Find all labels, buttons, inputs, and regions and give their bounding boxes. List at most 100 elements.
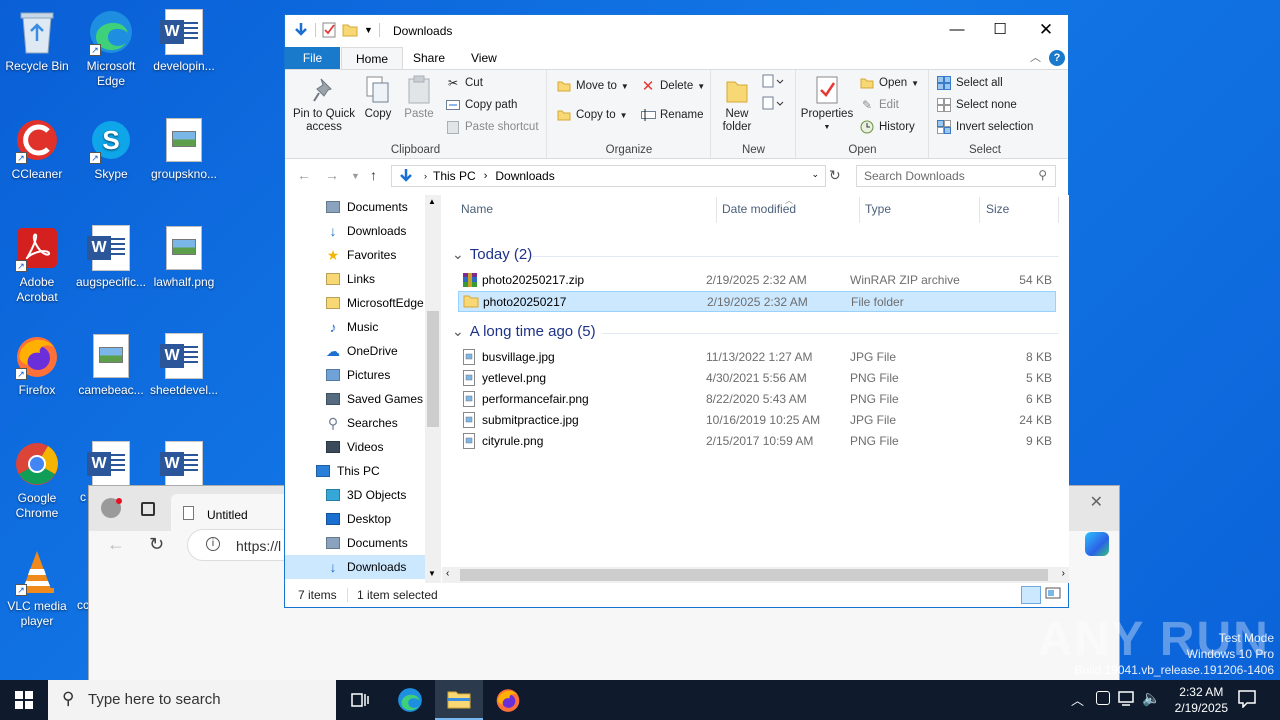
desktop-icon-firefox[interactable]: ↗ Firefox xyxy=(1,332,73,398)
recent-locations-icon[interactable]: ▼ xyxy=(351,171,360,181)
table-row[interactable]: photo20250217 2/19/2025 2:32 AM File folde… xyxy=(458,291,1056,312)
nav-item[interactable]: MicrosoftEdge xyxy=(285,291,425,315)
task-view-button[interactable] xyxy=(336,680,384,720)
scroll-right-icon[interactable]: › xyxy=(1062,568,1065,579)
desktop-icon-vlc[interactable]: ↗ VLC media player xyxy=(1,548,73,629)
easy-access-icon[interactable] xyxy=(762,96,784,113)
desktop-icon-image-file[interactable]: camebeac... xyxy=(75,332,147,398)
tab-file[interactable]: File xyxy=(285,47,340,69)
nav-item[interactable]: ⚲ Searches xyxy=(285,411,425,435)
paste-shortcut-button[interactable]: Paste shortcut xyxy=(445,119,539,135)
invert-selection-button[interactable]: Invert selection xyxy=(936,119,1033,135)
close-icon[interactable]: ✕ xyxy=(1023,15,1069,45)
table-row[interactable]: photo20250217.zip 2/19/2025 2:32 AM WinRAR… xyxy=(458,270,1056,291)
volume-icon[interactable]: 🔈 xyxy=(1142,689,1161,707)
open-button[interactable]: Open ▼ xyxy=(859,75,919,91)
close-icon[interactable]: ✕ xyxy=(1090,492,1103,512)
taskbar-file-explorer[interactable] xyxy=(435,680,483,720)
group-header[interactable]: ⌄ Today (2) xyxy=(452,246,532,263)
table-row[interactable]: submitpractice.jpg 10/16/2019 10:25 AM JPG… xyxy=(458,410,1056,431)
new-folder-button[interactable]: New folder xyxy=(714,74,760,134)
back-icon[interactable]: ← xyxy=(297,167,311,183)
table-row[interactable]: busvillage.jpg 11/13/2022 1:27 AM JPG File… xyxy=(458,347,1056,368)
delete-button[interactable]: ✕ Delete ▼ xyxy=(640,78,705,95)
taskbar-edge[interactable] xyxy=(386,680,434,720)
pin-quick-access-button[interactable]: Pin to Quick access xyxy=(291,74,357,134)
nav-item[interactable]: ↓ Downloads xyxy=(285,555,425,579)
desktop-icon-acrobat[interactable]: ↗ Adobe Acrobat xyxy=(1,224,73,305)
desktop-icon-word-doc[interactable]: W c xyxy=(75,440,147,504)
copy-to-button[interactable]: Copy to ▼ xyxy=(556,107,628,123)
column-size[interactable]: Size xyxy=(986,202,1009,216)
table-row[interactable]: performancefair.png 8/22/2020 5:43 AM PNG … xyxy=(458,389,1056,410)
clock[interactable]: 2:32 AM 2/19/2025 xyxy=(1175,684,1228,716)
refresh-icon[interactable]: ↻ xyxy=(829,167,841,184)
copilot-icon[interactable] xyxy=(1085,532,1109,556)
desktop-icon-word-doc[interactable]: W augspecific... xyxy=(75,224,147,290)
search-input[interactable]: Search Downloads ⚲ xyxy=(856,165,1056,187)
nav-item[interactable]: Links xyxy=(285,267,425,291)
collapse-ribbon-icon[interactable]: ︿ xyxy=(1030,49,1041,65)
chevron-down-icon[interactable]: ▼ xyxy=(364,25,373,35)
network-icon[interactable] xyxy=(1118,690,1136,709)
paste-button[interactable]: Paste xyxy=(399,74,439,121)
scroll-up-icon[interactable]: ▲ xyxy=(428,197,436,206)
desktop-icon-ccleaner[interactable]: ↗ CCleaner xyxy=(1,116,73,182)
table-row[interactable]: yetlevel.png 4/30/2021 5:56 AM PNG File 5 K… xyxy=(458,368,1056,389)
nav-item[interactable]: Documents xyxy=(285,531,425,555)
cut-button[interactable]: ✂ Cut xyxy=(445,75,483,91)
start-button[interactable] xyxy=(0,680,48,720)
group-header[interactable]: ⌄ A long time ago (5) xyxy=(452,323,596,340)
desktop-icon-word-doc[interactable]: W sheetdevel... xyxy=(148,332,220,398)
desktop-icon-skype[interactable]: S ↗ Skype xyxy=(75,116,147,182)
copy-path-button[interactable]: Copy path xyxy=(445,97,517,113)
tab-share[interactable]: Share xyxy=(399,47,459,69)
maximize-icon[interactable]: ☐ xyxy=(977,15,1023,45)
tab-view[interactable]: View xyxy=(457,47,511,69)
notifications-icon[interactable] xyxy=(1238,690,1256,711)
show-hidden-icons-icon[interactable]: ︿ xyxy=(1071,690,1084,709)
help-icon[interactable]: ? xyxy=(1049,50,1065,66)
desktop-icon-word-doc[interactable]: W xyxy=(148,440,220,491)
taskbar-firefox[interactable] xyxy=(484,680,532,720)
column-type[interactable]: Type xyxy=(865,202,891,216)
nav-item[interactable]: This PC xyxy=(285,459,425,483)
device-icon[interactable] xyxy=(1096,691,1110,705)
taskbar-search-input[interactable]: ⚲ Type here to search xyxy=(48,680,336,720)
nav-item[interactable]: ♪ Music xyxy=(285,315,425,339)
properties-button[interactable]: Properties ▼ xyxy=(799,74,855,134)
tab-home[interactable]: Home xyxy=(341,47,404,70)
up-icon[interactable]: ↑ xyxy=(370,167,377,183)
forward-icon[interactable]: → xyxy=(325,167,339,183)
desktop-icon-recycle-bin[interactable]: Recycle Bin xyxy=(1,8,73,74)
nav-item[interactable]: ↓ Downloads xyxy=(285,219,425,243)
back-icon[interactable]: ← xyxy=(107,534,125,555)
new-folder-icon[interactable] xyxy=(342,23,358,37)
scroll-left-icon[interactable]: ‹ xyxy=(446,568,449,579)
desktop-icon-edge[interactable]: ↗ Microsoft Edge xyxy=(75,8,147,89)
nav-item[interactable]: Documents xyxy=(285,195,425,219)
nav-item[interactable]: Desktop xyxy=(285,507,425,531)
breadcrumb[interactable]: › This PC › Downloads ⌄ xyxy=(391,165,826,187)
nav-item[interactable]: ★ Favorites xyxy=(285,243,425,267)
tab-actions-icon[interactable] xyxy=(141,502,155,516)
select-none-button[interactable]: Select none xyxy=(936,97,1017,113)
breadcrumb-downloads[interactable]: Downloads xyxy=(495,169,554,183)
history-button[interactable]: History xyxy=(859,119,915,135)
breadcrumb-this-pc[interactable]: This PC xyxy=(433,169,476,183)
nav-item[interactable]: Videos xyxy=(285,435,425,459)
scroll-thumb[interactable] xyxy=(460,569,1048,581)
copy-button[interactable]: Copy xyxy=(359,74,397,121)
nav-item[interactable]: ☁ OneDrive xyxy=(285,339,425,363)
properties-icon[interactable] xyxy=(322,22,336,38)
nav-item[interactable]: 3D Objects xyxy=(285,483,425,507)
chevron-down-icon[interactable]: ⌄ xyxy=(811,169,819,180)
edit-button[interactable]: ✎ Edit xyxy=(859,97,899,113)
large-icons-view-icon[interactable] xyxy=(1045,586,1063,604)
nav-scrollbar[interactable]: ▲ ▼ xyxy=(425,195,441,583)
chevron-down-icon[interactable]: ⌄ xyxy=(452,246,464,263)
select-all-button[interactable]: Select all xyxy=(936,75,1003,91)
chevron-down-icon[interactable]: ⌄ xyxy=(452,323,464,340)
desktop-icon-image-file[interactable]: groupskno... xyxy=(148,116,220,182)
column-name[interactable]: Name xyxy=(461,202,493,216)
